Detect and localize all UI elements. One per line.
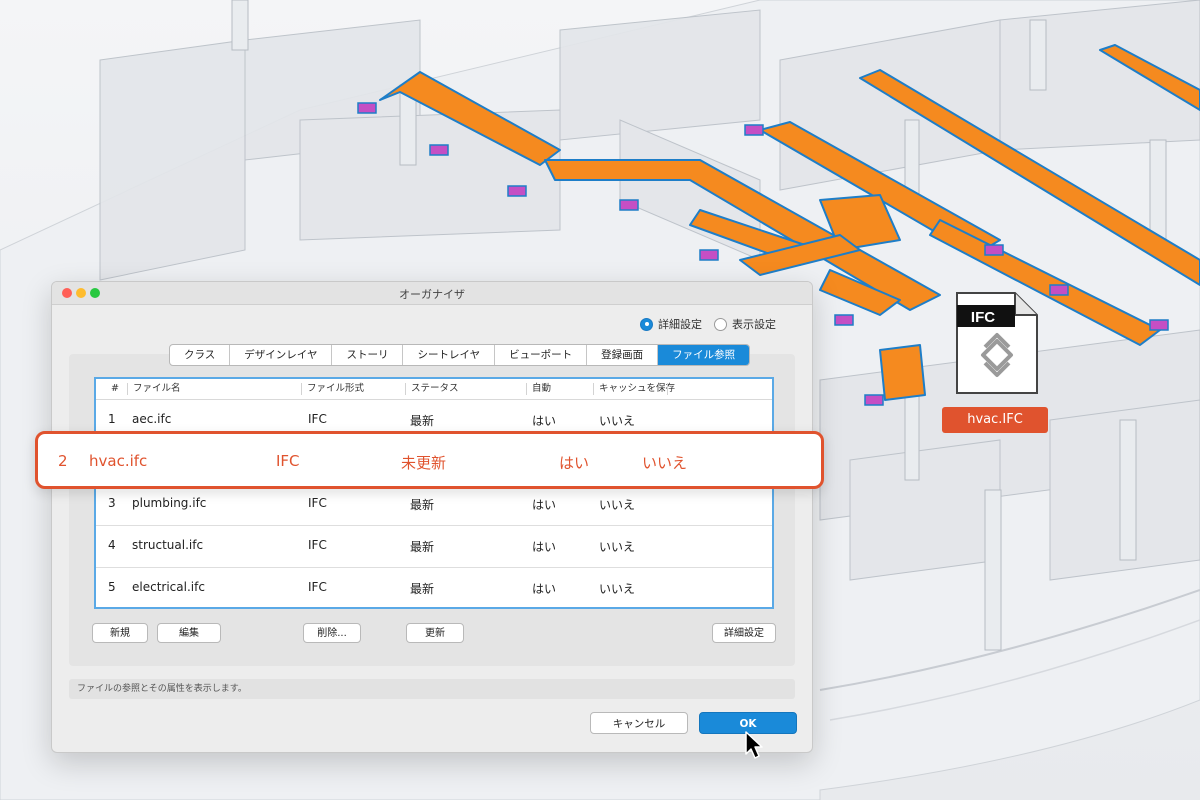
col-header-spacer <box>667 383 673 395</box>
details-button[interactable]: 詳細設定 <box>712 623 776 643</box>
radio-display-settings[interactable]: 表示設定 <box>714 316 776 332</box>
row-status: 最新 <box>410 498 435 512</box>
row-auto: はい <box>532 540 557 554</box>
tab-bar: クラス デザインレイヤ ストーリ シートレイヤ ビューポート 登録画面 ファイル… <box>169 344 751 366</box>
col-header-save-cache[interactable]: キャッシュを保存 <box>593 383 675 395</box>
row-auto: はい <box>532 414 557 428</box>
row-number: 3 <box>108 496 116 510</box>
row-save-cache: いいえ <box>599 540 636 554</box>
highlighted-row-callout[interactable]: 2 hvac.ifc IFC 未更新 はい いいえ <box>35 431 824 489</box>
row-save-cache: いいえ <box>599 414 636 428</box>
window-title: オーガナイザ <box>399 288 465 301</box>
row-file-name: structual.ifc <box>132 538 204 552</box>
row-status: 未更新 <box>401 454 447 472</box>
col-header-auto[interactable]: 自動 <box>526 383 551 395</box>
radio-selected-icon <box>640 317 653 331</box>
cancel-button[interactable]: キャンセル <box>590 712 688 734</box>
table-row[interactable]: 3 plumbing.ifc IFC 最新 はい いいえ <box>96 483 772 526</box>
view-mode-radio-group: 詳細設定 表示設定 <box>640 316 776 332</box>
tab-file-reference[interactable]: ファイル参照 <box>658 345 750 365</box>
tab-class[interactable]: クラス <box>170 345 231 365</box>
col-header-file-name[interactable]: ファイル名 <box>127 383 181 395</box>
table-header: # ファイル名 ファイル形式 ステータス 自動 キャッシュを保存 <box>96 379 772 400</box>
row-save-cache: いいえ <box>642 454 688 472</box>
row-status: 最新 <box>410 540 435 554</box>
tab-story[interactable]: ストーリ <box>332 345 404 365</box>
row-number: 4 <box>108 538 116 552</box>
mouse-pointer-icon <box>745 731 763 759</box>
row-save-cache: いいえ <box>599 498 636 512</box>
new-button[interactable]: 新規 <box>92 623 148 643</box>
radio-label: 詳細設定 <box>658 318 702 331</box>
status-description: ファイルの参照とその属性を表示します。 <box>69 679 795 699</box>
col-header-number[interactable]: # <box>106 383 119 395</box>
row-auto: はい <box>559 454 590 472</box>
tab-sheet-layer[interactable]: シートレイヤ <box>403 345 496 365</box>
row-file-format: IFC <box>308 496 327 510</box>
organizer-dialog: オーガナイザ 詳細設定 表示設定 クラス デザインレイヤ ストーリ シートレイヤ… <box>51 281 813 753</box>
edit-button[interactable]: 編集 <box>157 623 221 643</box>
tab-registered-views[interactable]: 登録画面 <box>587 345 659 365</box>
col-header-file-format[interactable]: ファイル形式 <box>301 383 364 395</box>
col-header-status[interactable]: ステータス <box>405 383 459 395</box>
row-file-name: aec.ifc <box>132 412 172 426</box>
row-file-format: IFC <box>276 452 300 470</box>
file-reference-table: # ファイル名 ファイル形式 ステータス 自動 キャッシュを保存 1 aec.i… <box>94 377 774 609</box>
tab-viewport[interactable]: ビューポート <box>495 345 588 365</box>
row-file-format: IFC <box>308 538 327 552</box>
row-file-name: plumbing.ifc <box>132 496 207 510</box>
row-number: 1 <box>108 412 116 426</box>
row-file-name: hvac.ifc <box>89 452 148 470</box>
ifc-file-name-tag: hvac.IFC <box>942 407 1048 433</box>
radio-details[interactable]: 詳細設定 <box>640 316 702 332</box>
row-status: 最新 <box>410 414 435 428</box>
tab-design-layer[interactable]: デザインレイヤ <box>230 345 333 365</box>
ifc-file-icon: IFC <box>956 292 1038 394</box>
row-number: 2 <box>58 452 68 470</box>
update-button[interactable]: 更新 <box>406 623 464 643</box>
title-bar: オーガナイザ <box>52 282 812 305</box>
radio-unselected-icon <box>714 317 727 331</box>
table-row[interactable]: 5 electrical.ifc IFC 最新 はい いいえ <box>96 567 772 609</box>
row-save-cache: いいえ <box>599 582 636 596</box>
radio-label: 表示設定 <box>732 318 776 331</box>
delete-button[interactable]: 削除... <box>303 623 361 643</box>
ifc-icon-label: IFC <box>971 309 995 326</box>
row-status: 最新 <box>410 582 435 596</box>
row-file-format: IFC <box>308 412 327 426</box>
table-row[interactable]: 4 structual.ifc IFC 最新 はい いいえ <box>96 525 772 568</box>
row-file-name: electrical.ifc <box>132 580 205 594</box>
row-file-format: IFC <box>308 580 327 594</box>
row-number: 5 <box>108 580 116 594</box>
row-auto: はい <box>532 582 557 596</box>
row-auto: はい <box>532 498 557 512</box>
